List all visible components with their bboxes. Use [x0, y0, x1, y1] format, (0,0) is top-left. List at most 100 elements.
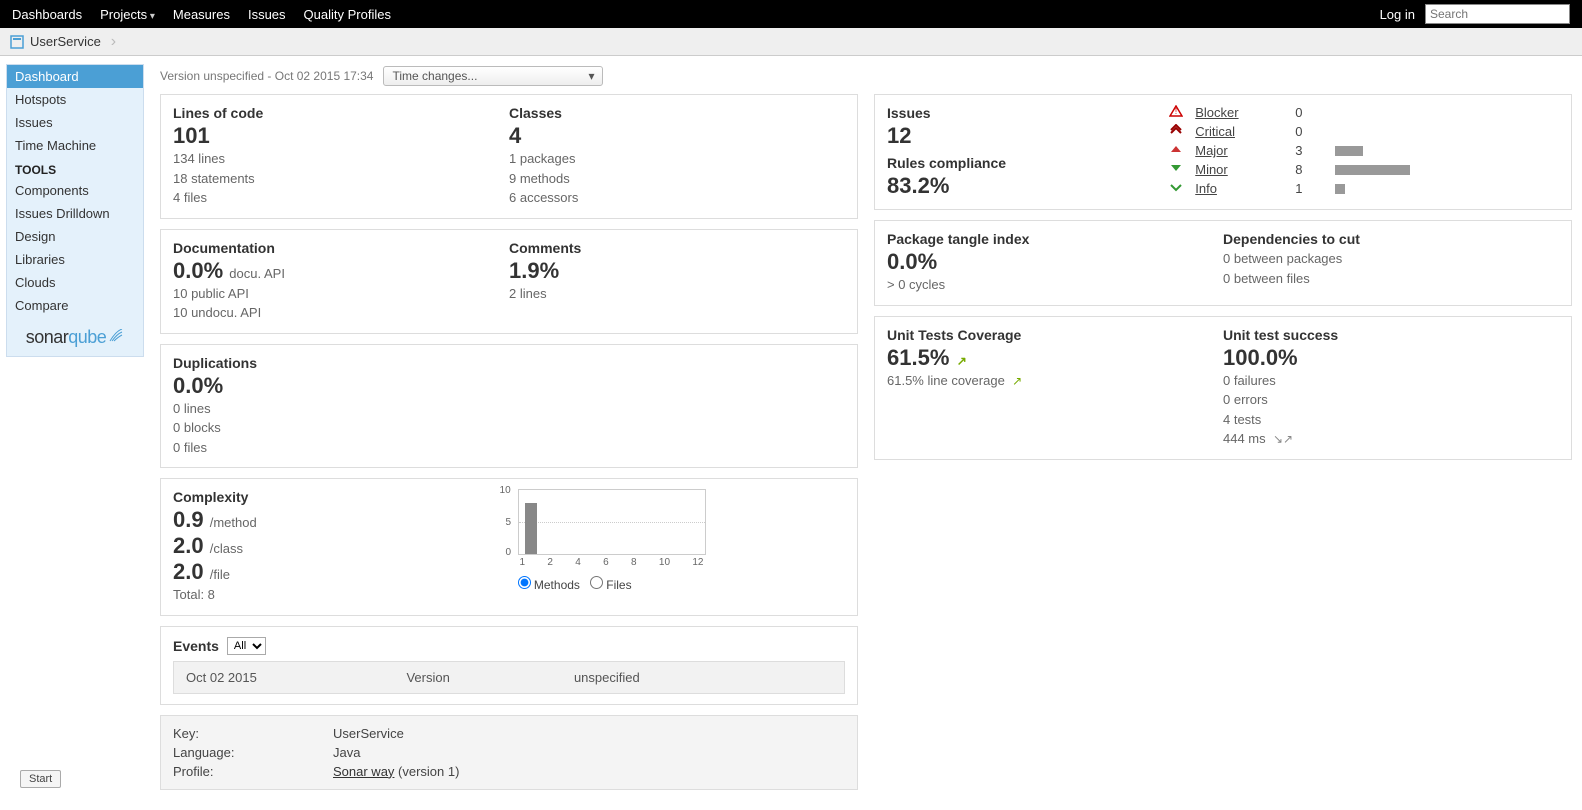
- sidebar-item-components[interactable]: Components: [7, 179, 143, 202]
- nav-measures[interactable]: Measures: [173, 7, 230, 22]
- login-link[interactable]: Log in: [1380, 7, 1415, 22]
- deps-sub: 0 between packages0 between files: [1223, 249, 1559, 288]
- tangle-value: 0.0%: [887, 249, 1223, 275]
- sidebar-item-libraries[interactable]: Libraries: [7, 248, 143, 271]
- tests-value: 100.0%: [1223, 345, 1559, 371]
- comments-value: 1.9%: [509, 258, 845, 284]
- card-duplications: Duplications 0.0% 0 lines0 blocks0 files: [160, 344, 858, 469]
- severity-critical-icon: [1169, 124, 1195, 139]
- sidebar-item-clouds[interactable]: Clouds: [7, 271, 143, 294]
- loc-title: Lines of code: [173, 105, 509, 121]
- severity-major-count: 3: [1295, 143, 1335, 158]
- table-row: Oct 02 2015 Version unspecified: [176, 664, 842, 691]
- radio-methods[interactable]: Methods: [518, 576, 580, 592]
- tests-title: Unit test success: [1223, 327, 1559, 343]
- profile-value: Sonar way (version 1): [333, 764, 845, 779]
- tangle-title: Package tangle index: [887, 231, 1223, 247]
- doc-value: 0.0% docu. API: [173, 258, 509, 284]
- loc-sub: 134 lines18 statements4 files: [173, 149, 509, 208]
- search-input[interactable]: [1425, 4, 1570, 24]
- severity-blocker-icon: !: [1169, 105, 1195, 120]
- chevron-down-icon: ▾: [588, 69, 594, 83]
- card-project-info: Key: UserService Language: Java Profile:…: [160, 715, 858, 790]
- severity-critical-count: 0: [1295, 124, 1335, 139]
- tangle-sub: > 0 cycles: [887, 275, 1223, 295]
- classes-title: Classes: [509, 105, 845, 121]
- sidebar-item-time-machine[interactable]: Time Machine: [7, 134, 143, 157]
- severity-bar: [1335, 146, 1435, 156]
- events-filter[interactable]: All: [227, 637, 266, 655]
- breadcrumb-project[interactable]: UserService: [30, 34, 101, 49]
- severity-minor-count: 8: [1295, 162, 1335, 177]
- nav-issues[interactable]: Issues: [248, 7, 286, 22]
- project-icon: [10, 35, 24, 49]
- classes-sub: 1 packages9 methods6 accessors: [509, 149, 845, 208]
- comments-sub: 2 lines: [509, 284, 845, 304]
- content: Version unspecified - Oct 02 2015 17:34 …: [150, 56, 1582, 810]
- severity-critical-link[interactable]: Critical: [1195, 124, 1295, 139]
- breadcrumb: UserService ›: [0, 28, 1582, 56]
- severity-major-link[interactable]: Major: [1195, 143, 1295, 158]
- version-timestamp: Version unspecified - Oct 02 2015 17:34: [160, 69, 373, 83]
- tests-sub: 0 failures0 errors4 tests 444 ms ↘↗: [1223, 371, 1559, 449]
- doc-sub: 10 public API10 undocu. API: [173, 284, 509, 323]
- profile-label: Profile:: [173, 764, 333, 779]
- lang-value: Java: [333, 745, 845, 760]
- card-tangle: Package tangle index 0.0% > 0 cycles Dep…: [874, 220, 1572, 306]
- nav-quality-profiles[interactable]: Quality Profiles: [304, 7, 391, 22]
- card-complexity: Complexity 0.9 /method 2.0 /class 2.0 /f…: [160, 478, 858, 616]
- time-changes-dropdown[interactable]: Time changes...▾: [383, 66, 603, 86]
- issues-count: 12: [887, 123, 1169, 149]
- sidebar-item-design[interactable]: Design: [7, 225, 143, 248]
- coverage-value: 61.5% ↗: [887, 345, 1223, 371]
- severity-blocker-link[interactable]: Blocker: [1195, 105, 1295, 120]
- severity-blocker-count: 0: [1295, 105, 1335, 120]
- sidebar: Dashboard Hotspots Issues Time Machine T…: [0, 56, 150, 369]
- sonarqube-logo: sonarqube: [7, 317, 143, 356]
- svg-text:!: !: [1175, 107, 1177, 116]
- severity-info-icon: [1169, 181, 1195, 196]
- topbar: Dashboards Projects Measures Issues Qual…: [0, 0, 1582, 28]
- severity-info-count: 1: [1295, 181, 1335, 196]
- dup-title: Duplications: [173, 355, 845, 371]
- profile-link[interactable]: Sonar way: [333, 764, 394, 779]
- doc-title: Documentation: [173, 240, 509, 256]
- dup-sub: 0 lines0 blocks0 files: [173, 399, 845, 458]
- start-button[interactable]: Start: [20, 770, 61, 788]
- issues-title: Issues: [887, 105, 1169, 121]
- nav-dashboards[interactable]: Dashboards: [12, 7, 82, 22]
- card-events: Events All Oct 02 2015 Version unspecifi…: [160, 626, 858, 705]
- trend-icon: ↘↗: [1270, 432, 1293, 446]
- severity-minor-link[interactable]: Minor: [1195, 162, 1295, 177]
- card-tests: Unit Tests Coverage 61.5% ↗ 61.5% line c…: [874, 316, 1572, 460]
- complexity-chart: 10 5 0 124681012 Methods: [496, 489, 706, 592]
- sidebar-tools-heading: TOOLS: [7, 157, 143, 179]
- radio-files[interactable]: Files: [590, 576, 632, 592]
- coverage-sub: 61.5% line coverage ↗: [887, 371, 1223, 391]
- severity-major-icon: [1169, 143, 1195, 158]
- chevron-right-icon: ›: [111, 33, 116, 51]
- sidebar-item-compare[interactable]: Compare: [7, 294, 143, 317]
- sidebar-item-issues-drilldown[interactable]: Issues Drilldown: [7, 202, 143, 225]
- comments-title: Comments: [509, 240, 845, 256]
- coverage-title: Unit Tests Coverage: [887, 327, 1223, 343]
- trend-up-icon: ↗: [953, 354, 966, 368]
- complexity-total: Total: 8: [173, 585, 496, 605]
- sidebar-item-issues[interactable]: Issues: [7, 111, 143, 134]
- loc-value: 101: [173, 123, 509, 149]
- sidebar-item-dashboard[interactable]: Dashboard: [7, 65, 143, 88]
- events-title: Events: [173, 638, 219, 654]
- events-table: Oct 02 2015 Version unspecified: [173, 661, 845, 694]
- card-documentation: Documentation 0.0% docu. API 10 public A…: [160, 229, 858, 334]
- dup-value: 0.0%: [173, 373, 845, 399]
- complexity-file: 2.0 /file: [173, 559, 496, 585]
- sidebar-item-hotspots[interactable]: Hotspots: [7, 88, 143, 111]
- chart-bar: [525, 503, 537, 554]
- card-issues: Issues 12 Rules compliance 83.2% !Blocke…: [874, 94, 1572, 210]
- complexity-method: 0.9 /method: [173, 507, 496, 533]
- compliance-value: 83.2%: [887, 173, 1169, 199]
- nav-projects[interactable]: Projects: [100, 7, 155, 22]
- complexity-class: 2.0 /class: [173, 533, 496, 559]
- severity-info-link[interactable]: Info: [1195, 181, 1295, 196]
- lang-label: Language:: [173, 745, 333, 760]
